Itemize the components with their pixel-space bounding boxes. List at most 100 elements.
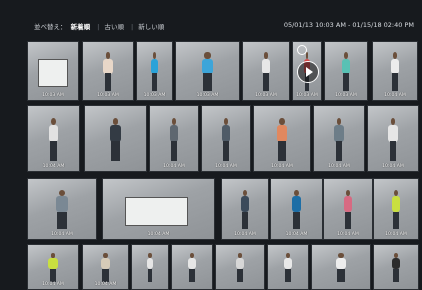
thumbnail-timestamp: 10:04 AM (163, 164, 185, 169)
torso-shape (276, 124, 288, 142)
thumbnail-timestamp: 10:04 AM (147, 232, 170, 237)
head-shape (343, 52, 348, 59)
legs-shape (285, 268, 291, 282)
thumbnail-timestamp: 10:03 AM (296, 93, 318, 98)
pedestrian-figure (168, 117, 180, 161)
snapshot-thumbnail[interactable]: 10:03 AM (82, 41, 134, 101)
pedestrian-figure (283, 252, 293, 282)
pedestrian-figure (275, 117, 288, 161)
legs-shape (104, 73, 112, 91)
head-shape (305, 52, 309, 59)
pedestrian-figure (341, 52, 351, 91)
legs-shape (335, 141, 343, 161)
snapshot-thumbnail[interactable] (171, 244, 213, 290)
thumbnail-timestamp: 10:04 AM (94, 282, 117, 287)
torso-shape (109, 124, 122, 142)
snapshot-thumbnail[interactable]: 10:04 AM (149, 105, 199, 172)
vehicle-figure (38, 59, 68, 88)
snapshot-thumbnail[interactable]: 10:04 AM (27, 244, 79, 290)
pedestrian-figure (342, 189, 354, 230)
snapshot-thumbnail[interactable]: 10:04 AM (270, 178, 323, 240)
head-shape (286, 252, 290, 258)
torso-shape (188, 257, 196, 270)
snapshot-thumbnail[interactable] (215, 244, 265, 290)
pedestrian-figure (290, 189, 302, 230)
snapshot-thumbnail[interactable]: 10:03 AM (27, 41, 79, 101)
torso-shape (151, 58, 158, 74)
pedestrian-figure (390, 52, 401, 91)
legs-shape (343, 73, 349, 91)
torso-shape (48, 257, 58, 270)
snapshot-thumbnail[interactable]: 10:04 AM (367, 105, 419, 172)
snapshot-thumbnail[interactable]: 10:04 AM (82, 244, 129, 290)
snapshot-thumbnail[interactable]: 10:04 AM (372, 41, 418, 101)
snapshot-thumbnail[interactable] (84, 105, 147, 172)
head-shape (148, 252, 152, 258)
torso-shape (284, 257, 292, 270)
torso-shape (235, 257, 245, 270)
legs-shape (293, 211, 300, 230)
thumbnail-timestamp: 10:04 AM (337, 232, 359, 237)
legs-shape (393, 268, 399, 282)
torso-shape (391, 257, 400, 270)
legs-shape (241, 211, 249, 230)
torso-shape (146, 257, 154, 270)
snapshot-thumbnail[interactable]: 10:04 AM (221, 178, 269, 240)
legs-shape (49, 268, 57, 282)
legs-shape (147, 268, 153, 282)
snapshot-thumbnail[interactable]: 10:04 AM (313, 105, 365, 172)
thumbnail-timestamp: 10:04 AM (234, 232, 256, 237)
thumbnail-timestamp: 10:04 AM (328, 164, 350, 169)
pedestrian-figure (260, 52, 271, 91)
snapshot-thumbnail[interactable]: 10:04 AM (253, 105, 311, 172)
legs-shape (344, 211, 352, 230)
pedestrian-figure (387, 117, 399, 161)
pedestrian-figure (239, 189, 250, 230)
head-shape (390, 117, 396, 125)
play-icon[interactable] (297, 61, 319, 83)
torso-shape (342, 58, 350, 74)
snapshot-thumbnail[interactable]: 10:04 AM (27, 105, 80, 172)
pedestrian-figure (47, 117, 59, 161)
torso-shape (103, 58, 113, 74)
snapshot-thumbnail[interactable]: 10:04 AM (27, 178, 97, 240)
snapshot-thumbnail[interactable]: 10:04 AM (102, 178, 215, 240)
head-shape (171, 117, 177, 125)
head-shape (279, 117, 285, 125)
target-icon (297, 45, 307, 55)
snapshot-thumbnail[interactable] (131, 244, 169, 290)
snapshot-thumbnail[interactable] (373, 244, 419, 290)
torso-shape (388, 124, 398, 142)
head-shape (392, 52, 398, 59)
torso-shape (390, 58, 399, 74)
legs-shape (393, 211, 399, 230)
pedestrian-figure (102, 52, 114, 91)
snapshot-thumbnail[interactable]: 10:03 AM (242, 41, 290, 101)
snapshot-thumbnail[interactable]: 10:03 AM (136, 41, 173, 101)
head-shape (112, 117, 119, 125)
head-shape (263, 52, 269, 59)
thumbnail-timestamp: 10:04 AM (42, 282, 64, 287)
legs-shape (57, 211, 67, 230)
snapshot-thumbnail[interactable]: 10:04 AM (323, 178, 373, 240)
snapshot-thumbnail[interactable] (311, 244, 371, 290)
thumbnail-timestamp: 10:04 AM (42, 164, 65, 169)
thumbnail-timestamp: 10:04 AM (285, 232, 308, 237)
legs-shape (50, 141, 57, 161)
torso-shape (101, 257, 110, 270)
head-shape (190, 252, 194, 258)
pedestrian-figure (234, 252, 246, 282)
snapshot-thumbnail[interactable]: 10:03 AM (175, 41, 240, 101)
snapshot-thumbnail[interactable]: 10:03 AM (324, 41, 368, 101)
torso-shape (261, 58, 271, 74)
snapshot-thumbnail[interactable]: 10:04 AM (373, 178, 419, 240)
snapshot-thumbnail[interactable]: 10:04 AM (201, 105, 251, 172)
pedestrian-figure (334, 252, 348, 282)
legs-shape (111, 141, 120, 161)
snapshot-thumbnail[interactable]: 10:03 AM (292, 41, 322, 101)
torso-shape (391, 196, 400, 212)
thumbnail-timestamp: 10:03 AM (143, 93, 166, 98)
snapshot-thumbnail[interactable] (267, 244, 309, 290)
legs-shape (337, 268, 345, 282)
legs-shape (189, 268, 195, 282)
